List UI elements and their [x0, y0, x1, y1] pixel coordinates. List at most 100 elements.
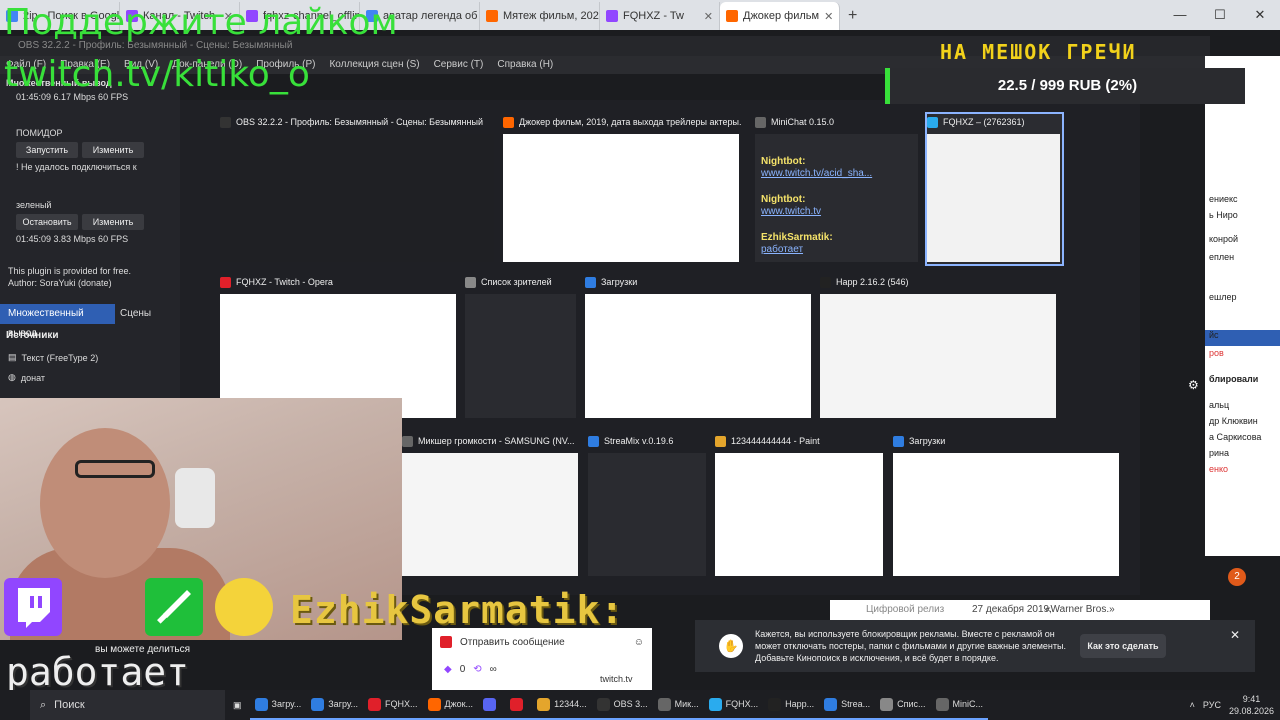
taskbar-app[interactable]: Загру... — [306, 690, 363, 720]
switcher-window[interactable]: 123444444444 - Paint — [715, 433, 885, 578]
switcher-window[interactable]: MiniChat 0.15.0 Nightbot: www.twitch.tv/ac… — [755, 114, 920, 264]
taskbar-app[interactable]: MiniC... — [930, 690, 989, 720]
chat-row: ров — [1209, 348, 1224, 358]
new-tab-icon[interactable]: + — [840, 2, 865, 30]
chat-row: йс — [1209, 330, 1219, 340]
switcher-window[interactable]: StreaMix v.0.19.6 — [588, 433, 708, 578]
happ-icon — [820, 276, 831, 288]
switcher-window[interactable]: Загрузки — [585, 274, 813, 420]
app-icon — [596, 697, 610, 711]
window-caption: FQHXZ - Twitch - Opera — [220, 274, 458, 290]
points-icon[interactable]: ◆ — [444, 664, 452, 675]
start-button[interactable]: Запустить — [16, 142, 78, 158]
overlay-channel-text: twitch.tv/kitiko_o — [4, 54, 310, 95]
edit-button[interactable]: Изменить — [82, 142, 144, 158]
window-caption: 123444444444 - Paint — [715, 433, 885, 449]
taskbar-app[interactable]: Happ... — [763, 690, 820, 720]
obs-menu-item[interactable]: Справка (H) — [497, 56, 553, 74]
chat-row: енко — [1209, 464, 1229, 474]
window-preview — [715, 453, 883, 576]
browser-tab[interactable]: Джокер фильм ✕ — [720, 2, 840, 30]
taskbar-app[interactable] — [505, 690, 533, 720]
app-icon — [768, 697, 782, 711]
zeleny-label: зеленый — [16, 200, 52, 210]
taskbar-items: Загру... Загру... FQHX... Джок... 12344... OB… — [249, 690, 989, 720]
maximize-icon[interactable]: ☐ — [1200, 0, 1240, 30]
emoji-icon[interactable]: ☺ — [634, 637, 644, 648]
how-to-button[interactable]: Как это сделать — [1080, 634, 1166, 658]
chat-input-panel: Отправить сообщение ☺ ◆ 0 ⟲ ∞ twitch.tv — [432, 628, 652, 690]
close-icon[interactable]: ✕ — [1230, 628, 1240, 642]
overlay-like-text: Поддержите лайком — [4, 2, 398, 43]
browser-tab[interactable]: Мятеж фильм, 2025, дата выхо...✕ — [480, 2, 600, 30]
switcher-window[interactable]: Джокер фильм, 2019, дата выхода трейлеры… — [503, 114, 741, 264]
task-view-icon[interactable]: ▣ — [225, 700, 250, 711]
switcher-window[interactable]: OBS 32.2.2 - Профиль: Безымянный - Сцены… — [220, 114, 496, 264]
taskbar-app[interactable]: OBS 3... — [591, 690, 653, 720]
taskbar-app[interactable]: Мик... — [652, 690, 704, 720]
window-controls: — ☐ ✕ — [1160, 0, 1280, 30]
hand-icon: ✋ — [719, 634, 743, 658]
globe-icon: ◍ — [8, 372, 16, 382]
taskbar-app[interactable] — [478, 690, 506, 720]
switcher-window[interactable]: Микшер громкости - SAMSUNG (NV... — [402, 433, 580, 578]
donation-goal-title: НА МЕШОК ГРЕЧИ — [940, 40, 1137, 64]
window-caption: StreaMix v.0.19.6 — [588, 433, 708, 449]
favicon-icon — [486, 10, 498, 22]
clock[interactable]: 9:41 29.08.2026 — [1229, 693, 1274, 717]
window-caption: MiniChat 0.15.0 — [755, 114, 920, 130]
app-icon — [510, 697, 524, 711]
stop-button[interactable]: Остановить — [16, 214, 78, 230]
source-item[interactable]: ◍ донат — [8, 372, 45, 383]
taskbar-app[interactable]: 12344... — [532, 690, 592, 720]
window-preview — [220, 134, 494, 262]
minimize-icon[interactable]: — — [1160, 0, 1200, 30]
taskbar-app[interactable]: FQHX... — [362, 690, 423, 720]
window-caption: Happ 2.16.2 (546) — [820, 274, 1058, 290]
window-preview — [893, 453, 1119, 576]
tab-scenes[interactable]: Сцены — [120, 304, 151, 324]
studio-link[interactable]: «Warner Bros.» — [1045, 604, 1115, 615]
taskbar-app[interactable]: Спис... — [875, 690, 931, 720]
window-caption: Микшер громкости - SAMSUNG (NV... — [402, 433, 580, 449]
edit-button-2[interactable]: Изменить — [82, 214, 144, 230]
app-icon — [367, 697, 381, 711]
infinity-icon: ∞ — [489, 664, 497, 675]
download-icon — [893, 435, 904, 447]
refresh-icon[interactable]: ⟲ — [473, 664, 481, 675]
window-caption: OBS 32.2.2 - Профиль: Безымянный - Сцены… — [220, 114, 496, 130]
switcher-window[interactable]: FQHXZ – (2762361) — [925, 112, 1064, 266]
taskbar-app[interactable]: FQHX... — [703, 690, 764, 720]
list-icon — [465, 276, 476, 288]
obs-menu-item[interactable]: Сервис (T) — [434, 56, 484, 74]
taskbar-search[interactable]: ⌕ Поиск — [30, 690, 225, 720]
send-message-input[interactable]: Отправить сообщение ☺ — [440, 632, 644, 652]
taskbar-app[interactable]: Загру... — [249, 690, 307, 720]
tab-multiple-output[interactable]: Множественный вывод — [0, 304, 115, 339]
switcher-window[interactable]: Happ 2.16.2 (546) — [820, 274, 1058, 420]
source-item[interactable]: ▤ Текст (FreeType 2) — [8, 352, 98, 363]
notification-badge: 2 — [1228, 568, 1246, 586]
switcher-window[interactable]: Загрузки — [893, 433, 1121, 578]
gear-icon[interactable]: ⚙ — [1188, 378, 1202, 392]
speaker-icon — [402, 435, 413, 447]
donation-goal-progress: 22.5 / 999 RUB (2%) — [885, 68, 1245, 104]
paint-icon — [715, 435, 726, 447]
pikachu-badge-icon — [215, 578, 273, 636]
close-icon[interactable]: ✕ — [1240, 0, 1280, 30]
switcher-window[interactable]: Список зрителей — [465, 274, 578, 420]
twitch-link[interactable]: twitch.tv — [600, 674, 633, 684]
window-preview — [588, 453, 706, 576]
window-caption: Загрузки — [893, 433, 1121, 449]
release-info: Цифровой релиз 27 декабря 2019, «Warner … — [830, 600, 1210, 620]
window-preview — [503, 134, 739, 262]
taskbar-app[interactable]: Strea... — [819, 690, 876, 720]
chevron-up-icon[interactable]: ˄ — [1190, 700, 1195, 710]
close-tab-icon[interactable]: ✕ — [704, 10, 713, 23]
browser-tab[interactable]: FQHXZ - Tw ✕ — [600, 2, 720, 30]
app-icon — [657, 697, 671, 711]
close-tab-icon[interactable]: ✕ — [824, 10, 833, 23]
taskbar-app[interactable]: Джок... — [422, 690, 479, 720]
share-text: вы можете делиться — [95, 644, 191, 655]
obs-menu-item[interactable]: Коллекция сцен (S) — [329, 56, 419, 74]
